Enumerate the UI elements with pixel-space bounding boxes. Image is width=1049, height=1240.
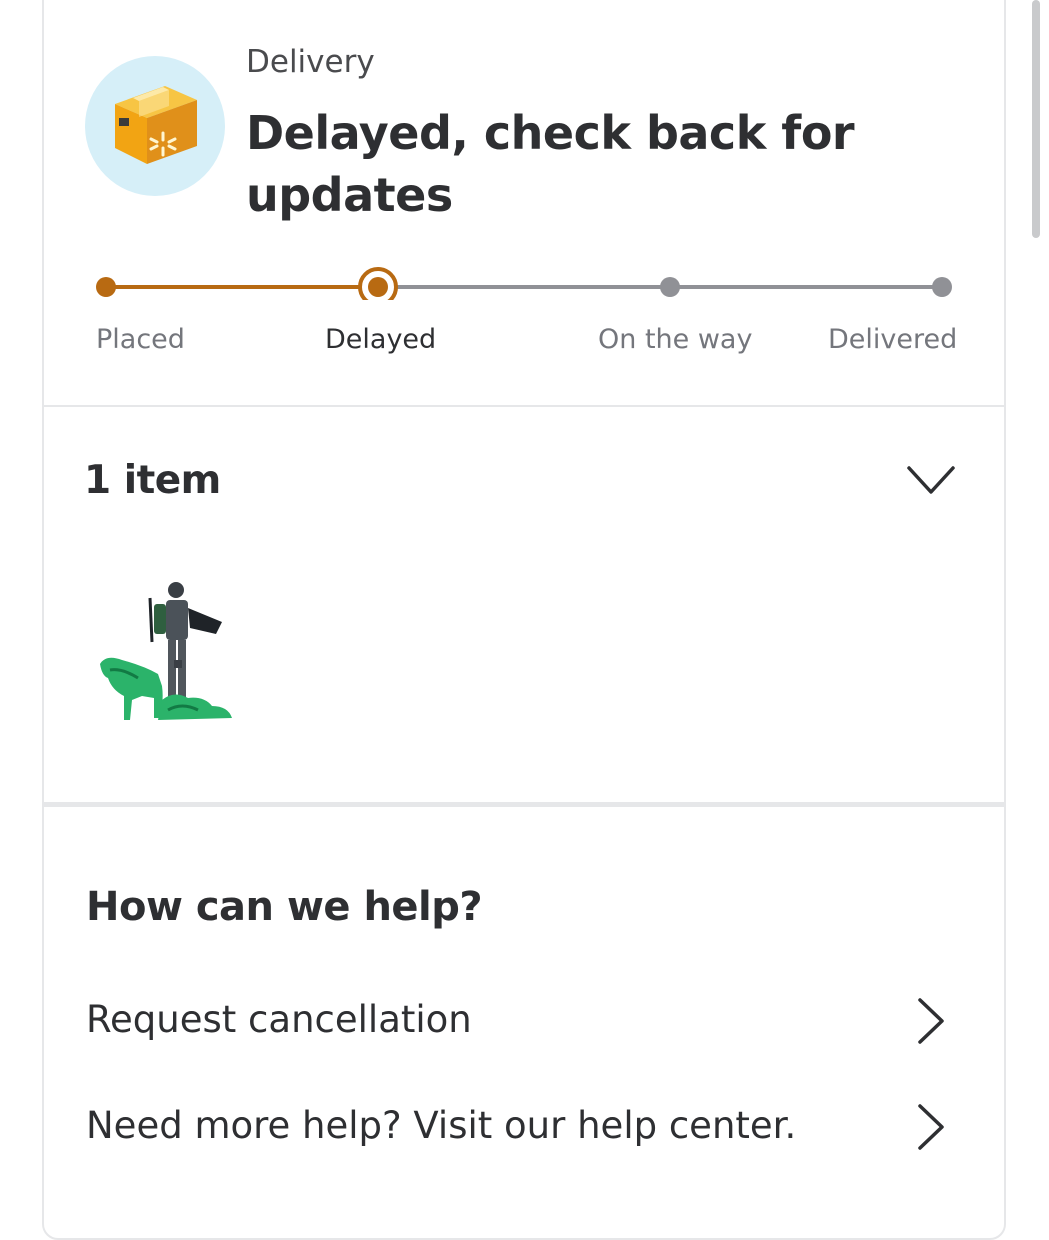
product-thumbnail[interactable] <box>92 578 242 733</box>
help-center-label: Need more help? Visit our help center. <box>86 1104 797 1147</box>
step-dot-on-the-way <box>660 277 680 297</box>
step-label-placed: Placed <box>96 324 185 355</box>
items-count-heading: 1 item <box>84 458 221 503</box>
step-label-delayed: Delayed <box>325 324 437 355</box>
step-dot-placed <box>96 277 116 297</box>
chevron-down-icon[interactable] <box>905 462 957 498</box>
help-center-link[interactable]: Need more help? Visit our help center. <box>86 1104 966 1164</box>
section-divider <box>42 802 1006 807</box>
request-cancellation-label: Request cancellation <box>86 998 472 1041</box>
step-label-delivered: Delivered <box>828 324 958 355</box>
chevron-right-icon <box>918 1104 944 1150</box>
section-divider <box>42 405 1006 407</box>
chevron-right-icon <box>918 998 944 1044</box>
step-dot-delayed <box>368 277 388 297</box>
help-heading: How can we help? <box>86 884 483 930</box>
step-dot-delivered <box>932 277 952 297</box>
progress-tracker <box>96 267 952 300</box>
request-cancellation-link[interactable]: Request cancellation <box>86 998 966 1058</box>
step-label-on-the-way: On the way <box>598 324 753 355</box>
